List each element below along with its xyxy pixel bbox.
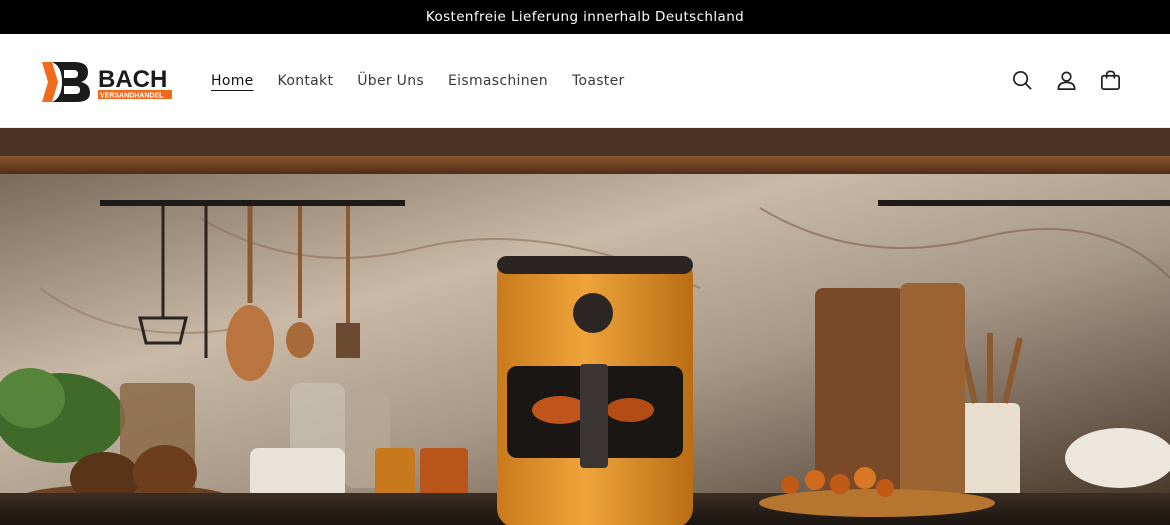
announcement-bar: Kostenfreie Lieferung innerhalb Deutschl… bbox=[0, 0, 1170, 34]
brand-name: BACH bbox=[98, 66, 167, 93]
brand-tagline: VERSANDHANDEL bbox=[100, 93, 164, 100]
site-header: BACH VERSANDHANDEL Home Kontakt Über Uns… bbox=[0, 34, 1170, 128]
main-nav: Home Kontakt Über Uns Eismaschinen Toast… bbox=[211, 34, 625, 127]
search-icon[interactable] bbox=[1011, 69, 1034, 92]
nav-item-home[interactable]: Home bbox=[211, 73, 254, 89]
brand-logo[interactable]: BACH VERSANDHANDEL bbox=[38, 58, 178, 106]
header-icons bbox=[1011, 34, 1122, 127]
account-icon[interactable] bbox=[1055, 69, 1078, 92]
hero-image bbox=[0, 128, 1170, 525]
nav-item-toaster[interactable]: Toaster bbox=[572, 73, 625, 89]
nav-item-ueber-uns[interactable]: Über Uns bbox=[357, 73, 424, 89]
announcement-text: Kostenfreie Lieferung innerhalb Deutschl… bbox=[425, 9, 745, 25]
cart-icon[interactable] bbox=[1099, 69, 1122, 92]
nav-item-eismaschinen[interactable]: Eismaschinen bbox=[448, 73, 548, 89]
nav-item-kontakt[interactable]: Kontakt bbox=[278, 73, 334, 89]
